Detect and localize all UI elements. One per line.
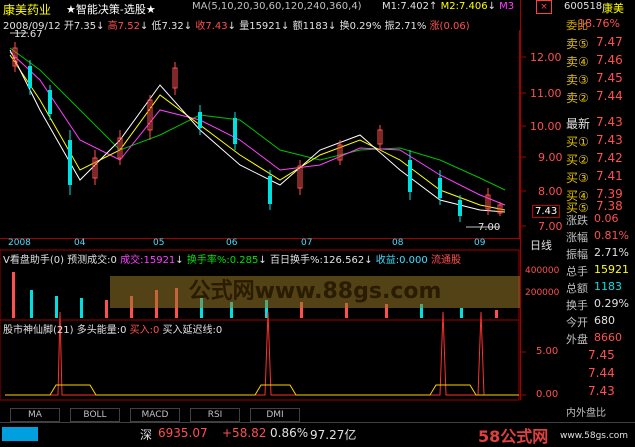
osc-panel-header: 股市神仙脚(21) 多头能量:0 买入:0 买入延迟线:0: [3, 321, 222, 336]
volume-panel-header: V看盘助手(0) 预测成交:0 成交:15921↓ 换手率%:0.285↓ 百日…: [3, 251, 461, 266]
price-axis-label: 8.00: [538, 185, 563, 198]
ma-line-5: [9, 49, 506, 213]
stat-label: 换手: [566, 299, 588, 312]
index-change: +58.82: [222, 426, 267, 440]
osc-baseline: [5, 384, 519, 396]
price-axis-label: 9.00: [538, 151, 563, 164]
ma-line-mid: [9, 51, 506, 206]
sell-3-label: 卖③: [566, 73, 589, 87]
sell-5-label: 卖⑤: [566, 37, 589, 51]
sell-2-price: 7.44: [596, 89, 623, 103]
tab-boll[interactable]: BOLL: [70, 408, 120, 422]
bh-value: 百日换手%:126.562: [269, 255, 365, 266]
price-axis-label: 11.00: [530, 87, 562, 100]
tab-dmi[interactable]: DMI: [250, 408, 300, 422]
month-label: 05: [153, 238, 165, 248]
index-name: 深: [140, 428, 153, 442]
buy-in-value: 买入:0: [129, 325, 160, 336]
low-price-label: 7.00: [478, 222, 501, 233]
sell-4-label: 卖④: [566, 55, 589, 69]
month-label: 2008: [8, 238, 31, 248]
site-url: www.58gs.com: [560, 431, 629, 441]
sell-3-price: 7.45: [596, 71, 623, 85]
period-label[interactable]: 日线: [530, 237, 552, 253]
month-label: 08: [392, 238, 404, 248]
stat-label: 振幅: [566, 248, 588, 261]
buy-1-price: 7.43: [596, 133, 623, 147]
tab-macd[interactable]: MACD: [130, 408, 180, 422]
buy-1-label: 买①: [566, 135, 589, 149]
cj-label: 成交:: [120, 255, 144, 266]
start-price-label: 12.67: [14, 29, 43, 40]
stat-label: 总手: [566, 265, 588, 278]
sell-5-price: 7.47: [596, 35, 623, 49]
volume-axis-label: 200000: [525, 288, 560, 298]
stat-value: 0.81%: [594, 229, 629, 242]
index-pct: 0.86%: [270, 426, 309, 440]
stat-label: 总额: [566, 282, 588, 295]
latest-label: 最新: [566, 117, 591, 131]
outer-label: 外盘: [566, 333, 588, 346]
stat-value: 680: [594, 314, 615, 327]
buy-5-price: 7.38: [596, 199, 623, 213]
month-label: 09: [474, 238, 486, 248]
index-amount: 97.27亿: [310, 428, 357, 442]
index-value: 6935.07: [158, 426, 208, 440]
price-axis-label: 7.00: [538, 220, 563, 233]
volume-panel-title: V看盘助手(0) 预测成交:0: [3, 255, 117, 266]
buy-2-label: 买②: [566, 153, 589, 167]
index-status-bar: 深 6935.07 +58.82 0.86% 97.27亿 58公式网 www.…: [0, 422, 635, 446]
price-axis-label: 10.00: [530, 120, 562, 133]
tab-rsi[interactable]: RSI: [190, 408, 240, 422]
stat-label: 涨幅: [566, 231, 588, 244]
hsl-value: 换手率%:0.285: [186, 255, 259, 266]
osc-panel-title: 股市神仙脚(21) 多头能量:0: [3, 325, 127, 336]
osc-price: 7.45: [588, 348, 615, 362]
month-axis: 2008 04 05 06 07 08 09: [0, 238, 519, 250]
stat-value: 0.06: [594, 212, 619, 225]
stat-label: 涨跌: [566, 214, 588, 227]
osc-price: 7.43: [588, 384, 615, 398]
buy-2-price: 7.42: [596, 151, 623, 165]
sell-4-price: 7.46: [596, 53, 623, 67]
osc-axis-label: 5.00: [536, 346, 559, 357]
osc-axis-label: 0.00: [536, 389, 559, 400]
buy-3-price: 7.41: [596, 169, 623, 183]
bh-arrow: ↓: [364, 255, 373, 266]
stat-value: 15921: [594, 263, 629, 276]
tab-ma[interactable]: MA: [10, 408, 60, 422]
cj-value: 15921: [143, 255, 176, 266]
buy-3-label: 买③: [566, 171, 589, 185]
last-price-tag: 7.43: [532, 205, 561, 218]
stat-value: 0.29%: [594, 297, 629, 310]
stat-value: 1183: [594, 280, 622, 293]
sell-2-label: 卖②: [566, 91, 589, 105]
volume-axis-label: 400000: [525, 266, 560, 276]
hsl-arrow: ↓: [258, 255, 267, 266]
watermark-banner: 公式网www.88gs.com: [110, 276, 520, 308]
lt-value: 流通股: [430, 255, 461, 266]
ma-line-short: [9, 54, 506, 211]
stat-value: 2.71%: [594, 246, 629, 259]
cj-arrow: ↓: [175, 255, 184, 266]
month-label: 07: [301, 238, 313, 248]
wb-value: -18.76%: [574, 17, 620, 30]
status-color-block: [2, 427, 38, 441]
latest-price: 7.43: [596, 115, 623, 129]
site-watermark: 58公式网: [478, 427, 549, 446]
price-axis-label: 12.00: [530, 51, 562, 64]
sy-value: 收益:0.000: [375, 255, 428, 266]
side-name: 康美: [602, 2, 624, 15]
month-label: 04: [74, 238, 86, 248]
side-code: 600518: [564, 1, 603, 12]
quote-panel: 600518 康美 委比 -18.76% 卖⑤ 7.47 卖④ 7.46 卖③ …: [564, 0, 635, 422]
buy-ext-value: 买入延迟线:0: [162, 325, 223, 336]
outer-value: 8660: [594, 331, 622, 344]
inner-outer-label: 内外盘比: [566, 408, 606, 419]
stat-label: 今开: [566, 316, 588, 329]
osc-price: 7.44: [588, 366, 615, 380]
month-label: 06: [226, 238, 238, 248]
